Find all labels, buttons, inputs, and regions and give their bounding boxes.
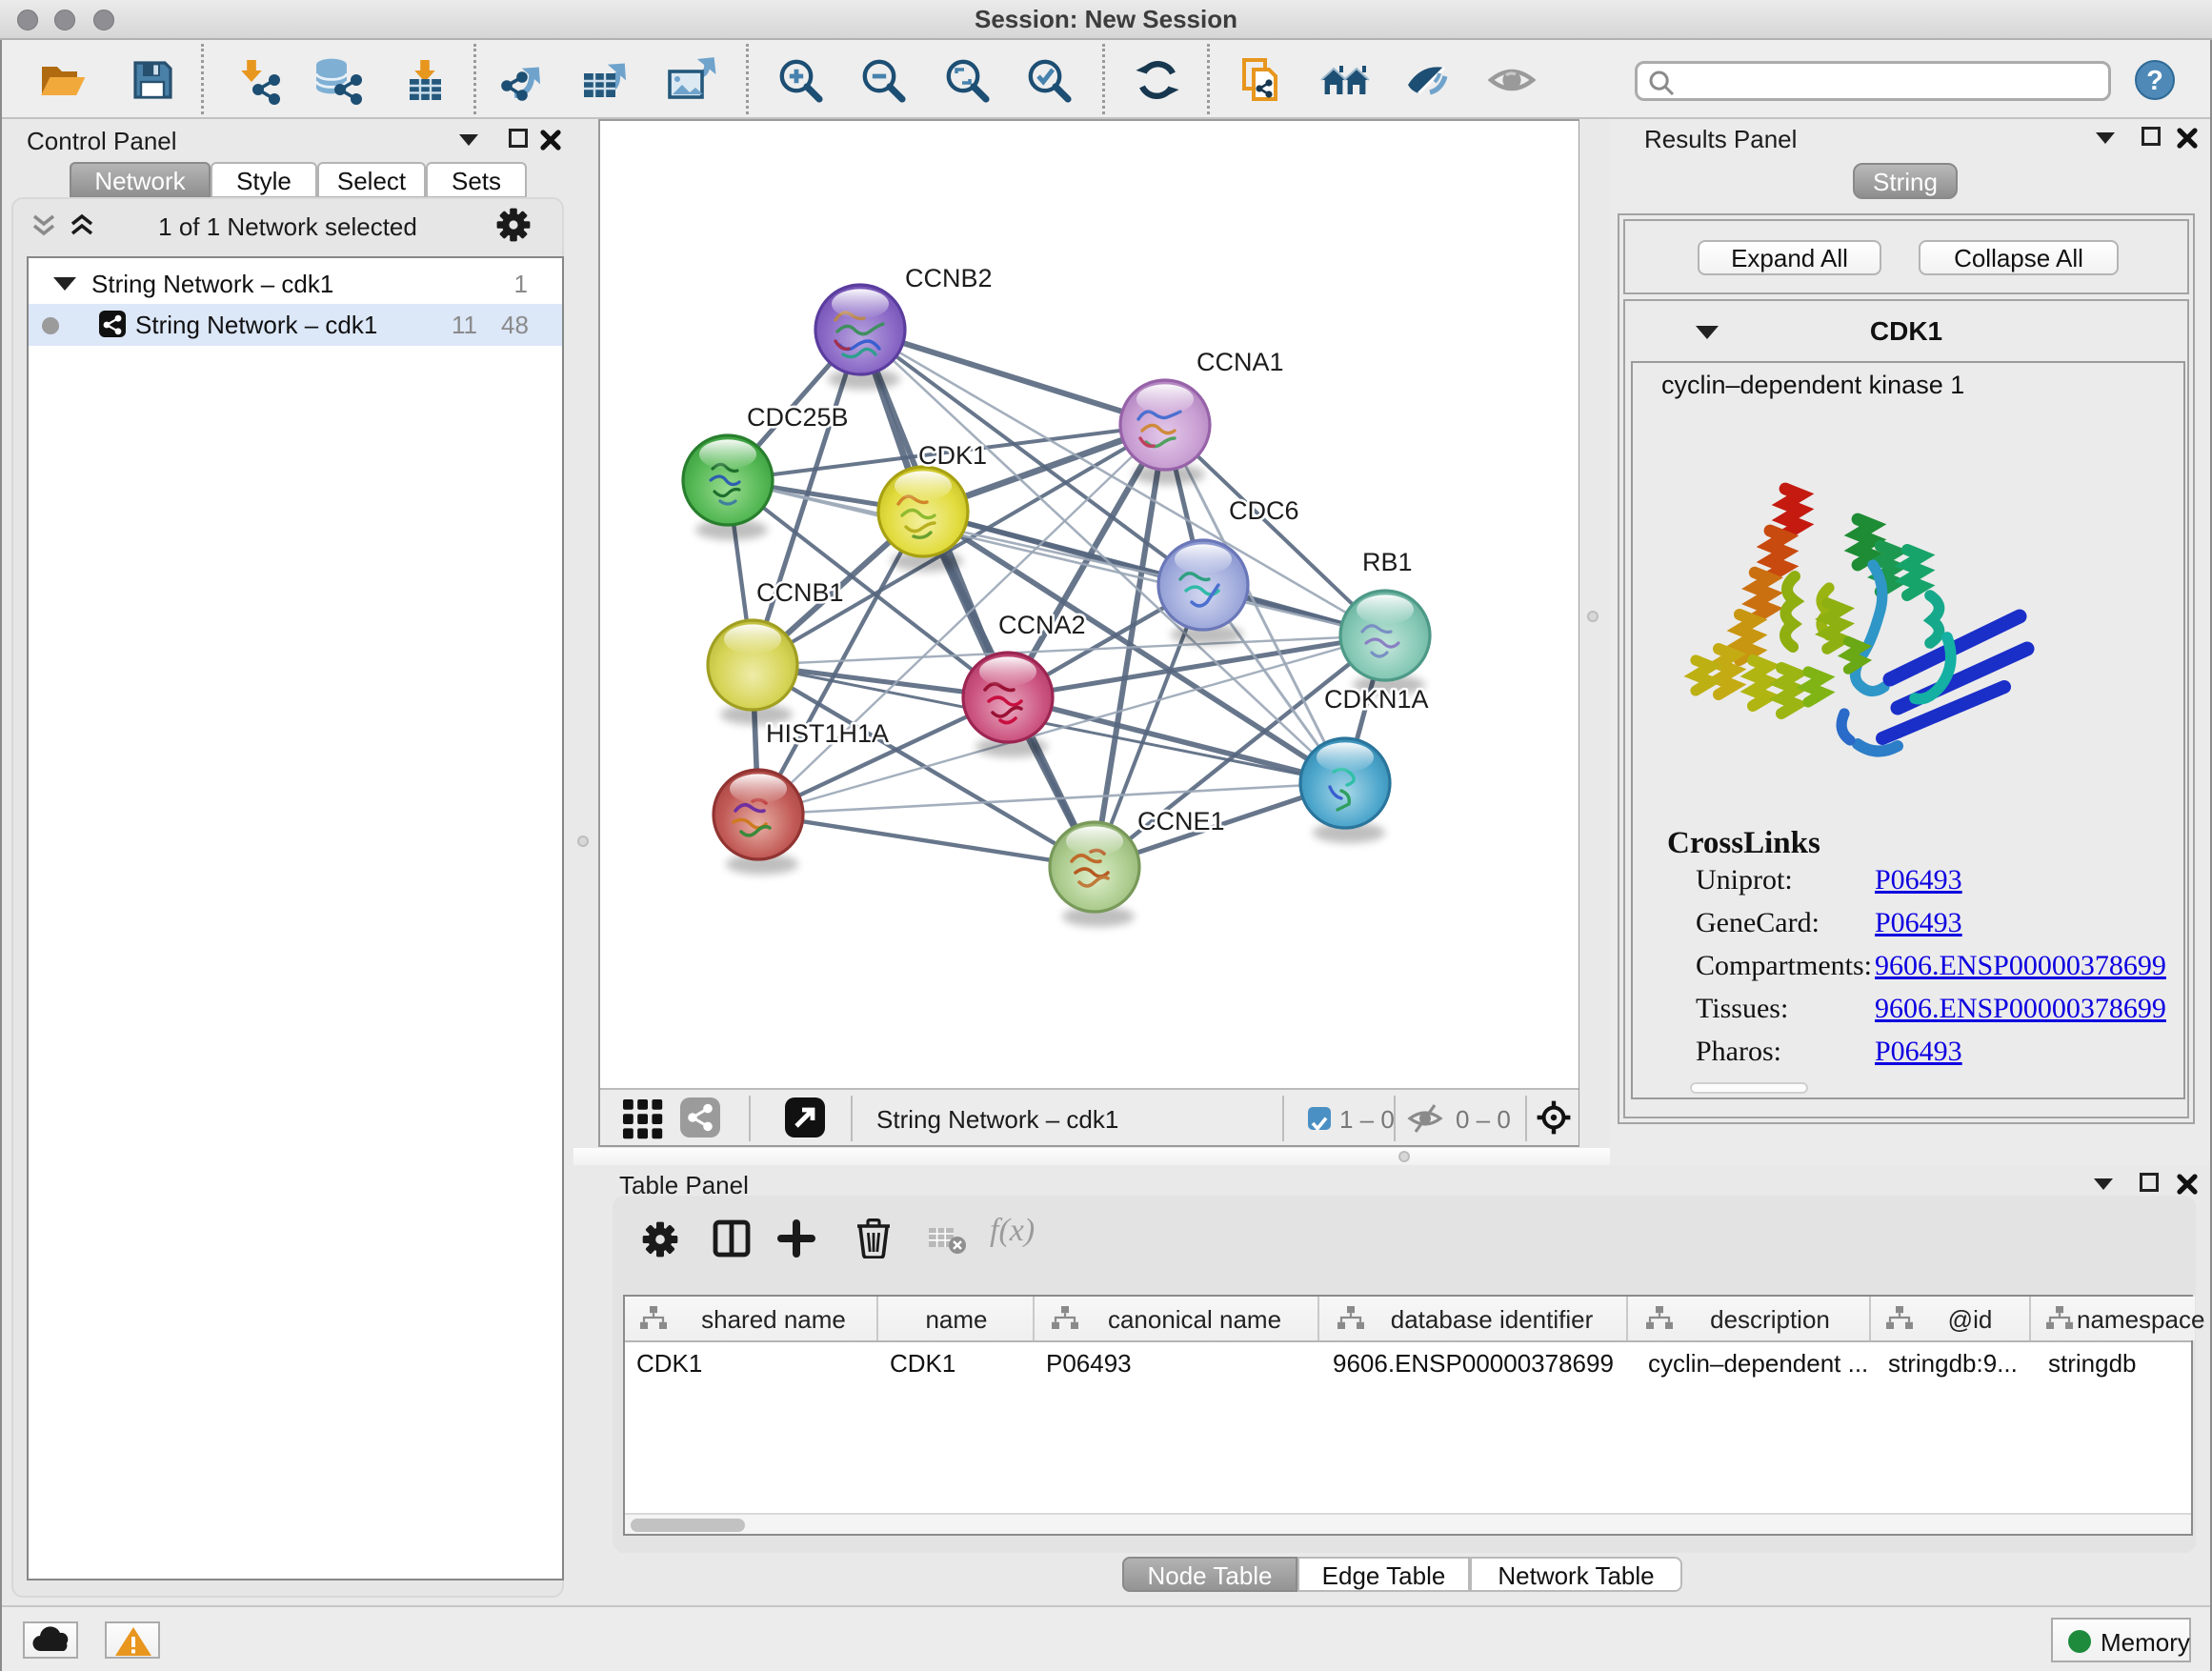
- svg-text:CDC25B: CDC25B: [747, 403, 849, 432]
- svg-text:CDK1: CDK1: [918, 441, 987, 470]
- svg-text:?: ?: [2146, 66, 2163, 96]
- svg-text:HIST1H1A: HIST1H1A: [766, 719, 889, 748]
- svg-text:RB1: RB1: [1362, 548, 1413, 576]
- svg-text:CCNA2: CCNA2: [998, 611, 1086, 639]
- svg-text:CCNA1: CCNA1: [1196, 348, 1284, 376]
- svg-text:CCNB1: CCNB1: [756, 578, 844, 607]
- svg-text:CDKN1A: CDKN1A: [1324, 685, 1429, 714]
- svg-text:CDC6: CDC6: [1229, 496, 1299, 525]
- svg-text:CCNE1: CCNE1: [1137, 807, 1225, 836]
- svg-text:CCNB2: CCNB2: [905, 264, 993, 292]
